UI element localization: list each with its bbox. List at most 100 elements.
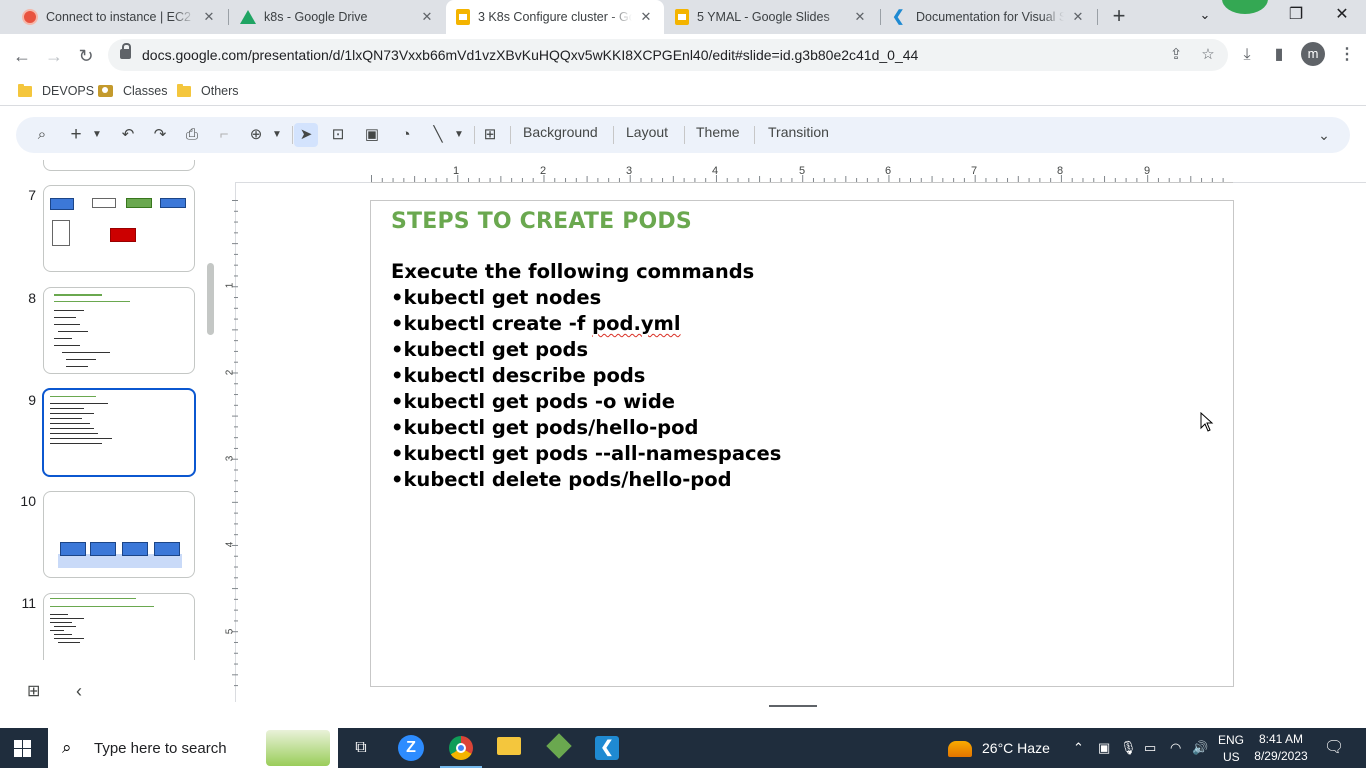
chrome-app-icon[interactable] <box>440 734 482 768</box>
ruler-number: 2 <box>224 369 236 376</box>
filmstrip-scrollbar[interactable] <box>207 263 214 335</box>
battery-icon[interactable]: ▭ <box>1144 728 1156 768</box>
shape-icon[interactable]: ◔ <box>394 123 418 147</box>
address-bar[interactable]: docs.google.com/presentation/d/1lxQN73Vx… <box>108 39 1228 71</box>
redo-icon[interactable]: ↷ <box>148 123 172 147</box>
close-icon[interactable]: ✕ <box>852 9 868 25</box>
more-menu-icon[interactable]: ⋮ <box>1334 42 1360 68</box>
notifications-icon[interactable]: 🗨 <box>1324 728 1344 768</box>
background-button[interactable]: Background <box>523 124 598 140</box>
url-text[interactable]: docs.google.com/presentation/d/1lxQN73Vx… <box>142 47 918 63</box>
tab-k8s-configure-cluster[interactable]: 3 K8s Configure cluster - Goo ✕ <box>446 0 664 34</box>
file-explorer-icon[interactable] <box>494 734 524 762</box>
restore-window-icon[interactable]: ❐ <box>1274 0 1318 30</box>
slide-thumbnail-10[interactable] <box>43 491 195 578</box>
command-text: kubectl delete pods/hello-pod <box>403 468 732 491</box>
paint-format-icon[interactable]: ⌐ <box>212 123 236 147</box>
wifi-icon[interactable]: ◠ <box>1170 728 1181 768</box>
layout-button[interactable]: Layout <box>626 124 668 140</box>
tab-ymal-slides[interactable]: 5 YMAL - Google Slides ✕ <box>665 0 878 34</box>
bookmark-star-icon[interactable]: ☆ <box>1198 45 1218 65</box>
windows-start-icon[interactable] <box>14 740 32 757</box>
tab-ec2[interactable]: Connect to instance | EC2 Ma ✕ <box>12 0 227 34</box>
lock-icon[interactable] <box>120 43 131 59</box>
slide-body[interactable]: Execute the following commands •kubectl … <box>391 259 781 493</box>
theme-button[interactable]: Theme <box>696 124 740 140</box>
region-indicator[interactable]: US <box>1223 749 1240 765</box>
new-tab-button[interactable]: + <box>1108 5 1130 27</box>
download-icon[interactable]: ⤓ <box>1234 42 1260 68</box>
search-icon: ⌕ <box>62 738 72 757</box>
vscode-icon: ❮ <box>892 8 905 25</box>
slide-thumbnail-8[interactable] <box>43 287 195 374</box>
collapse-menus-icon[interactable]: ⌄ <box>1312 123 1336 147</box>
weather-text[interactable]: 26°C Haze <box>982 728 1050 768</box>
clock-time[interactable]: 8:41 AM <box>1258 731 1304 747</box>
zoom-icon[interactable]: ⊕ <box>244 123 268 147</box>
avatar[interactable]: m <box>1301 42 1325 66</box>
forward-icon[interactable]: → <box>40 42 68 70</box>
new-slide-icon[interactable]: + <box>64 123 88 147</box>
speaker-notes-resize-handle[interactable] <box>769 705 817 707</box>
line-icon[interactable]: ╲ <box>426 123 450 147</box>
share-icon[interactable]: ⇪ <box>1166 45 1186 65</box>
command-text: kubectl create -f pod.yml <box>403 312 681 335</box>
reload-icon[interactable]: ↻ <box>72 42 100 70</box>
language-indicator[interactable]: ENG <box>1218 732 1244 748</box>
ruler-number: 6 <box>885 165 892 177</box>
insert-comment-icon[interactable]: ⊞ <box>478 123 502 147</box>
insert-image-icon[interactable]: ▣ <box>360 123 384 147</box>
transition-button[interactable]: Transition <box>768 124 829 140</box>
close-icon[interactable]: ✕ <box>638 9 654 25</box>
microphone-icon[interactable]: 🎙 <box>1120 728 1137 768</box>
slide-title[interactable]: STEPS TO CREATE PODS <box>391 209 692 234</box>
clock-date[interactable]: 8/29/2023 <box>1252 748 1310 764</box>
meet-now-icon[interactable]: ▣ <box>1098 728 1110 768</box>
ruler-number: 3 <box>224 455 236 462</box>
side-panel-icon[interactable]: ▮ <box>1266 42 1292 68</box>
vscode-app-icon[interactable]: ❮ <box>592 734 622 762</box>
chevron-up-icon[interactable]: ⌃ <box>1073 728 1084 768</box>
tab-google-drive[interactable]: k8s - Google Drive ✕ <box>230 0 445 34</box>
collapse-filmstrip-icon[interactable]: ‹ <box>76 682 92 700</box>
select-tool-icon[interactable]: ➤ <box>294 123 318 147</box>
slide-thumbnail-9[interactable] <box>42 388 196 477</box>
close-icon[interactable]: ✕ <box>1070 9 1086 25</box>
chevron-down-icon[interactable]: ▼ <box>270 123 284 147</box>
slide-thumbnail-7[interactable] <box>43 185 195 272</box>
vertical-ruler[interactable]: 1 2 3 4 5 <box>224 200 238 688</box>
chevron-down-icon[interactable]: ▼ <box>90 123 104 147</box>
slide-thumbnail[interactable] <box>43 160 195 171</box>
tab-search-icon[interactable]: ⌄ <box>1183 0 1227 30</box>
ruler-number: 1 <box>224 282 236 289</box>
tab-title: Documentation for Visual Stu <box>916 10 1064 24</box>
print-icon[interactable]: ⎙ <box>180 123 204 147</box>
tab-vscode-docs[interactable]: ❮ Documentation for Visual Stu ✕ <box>882 0 1096 34</box>
slide[interactable]: STEPS TO CREATE PODS Execute the followi… <box>370 200 1234 687</box>
spellcheck-word[interactable]: pod.yml <box>592 312 680 335</box>
ruler-number: 7 <box>971 165 978 177</box>
undo-icon[interactable]: ↶ <box>116 123 140 147</box>
task-view-icon[interactable]: ⧉ <box>346 734 376 762</box>
slide-number: 11 <box>21 595 36 611</box>
taskbar-search-box[interactable]: ⌕ Type here to search <box>48 728 338 768</box>
horizontal-ruler[interactable]: 1 2 3 4 5 6 7 8 9 <box>371 163 1233 183</box>
text-box-icon[interactable]: ⊡ <box>326 123 350 147</box>
bookmark-devops[interactable]: DEVOPS <box>18 82 94 100</box>
speaker-icon[interactable]: 🔊 <box>1192 728 1208 768</box>
bookmark-classes[interactable]: Classes <box>98 82 167 100</box>
chevron-down-icon[interactable]: ▼ <box>452 123 466 147</box>
close-icon[interactable]: ✕ <box>419 9 435 25</box>
weather-icon[interactable] <box>948 728 972 768</box>
back-icon[interactable]: ← <box>8 42 36 70</box>
close-window-icon[interactable]: ✕ <box>1320 0 1364 30</box>
zoom-app-icon[interactable]: Z <box>396 734 426 762</box>
close-icon[interactable]: ✕ <box>201 9 217 25</box>
search-menus-icon[interactable]: ⌕ <box>30 123 54 147</box>
grid-view-icon[interactable]: ⊞ <box>27 684 43 700</box>
google-slides-icon <box>675 9 689 25</box>
slide-thumbnail-11[interactable] <box>43 593 195 660</box>
command-text: kubectl get pods --all-namespaces <box>403 442 782 465</box>
git-app-icon[interactable] <box>544 733 574 762</box>
bookmark-others[interactable]: Others <box>177 82 239 100</box>
